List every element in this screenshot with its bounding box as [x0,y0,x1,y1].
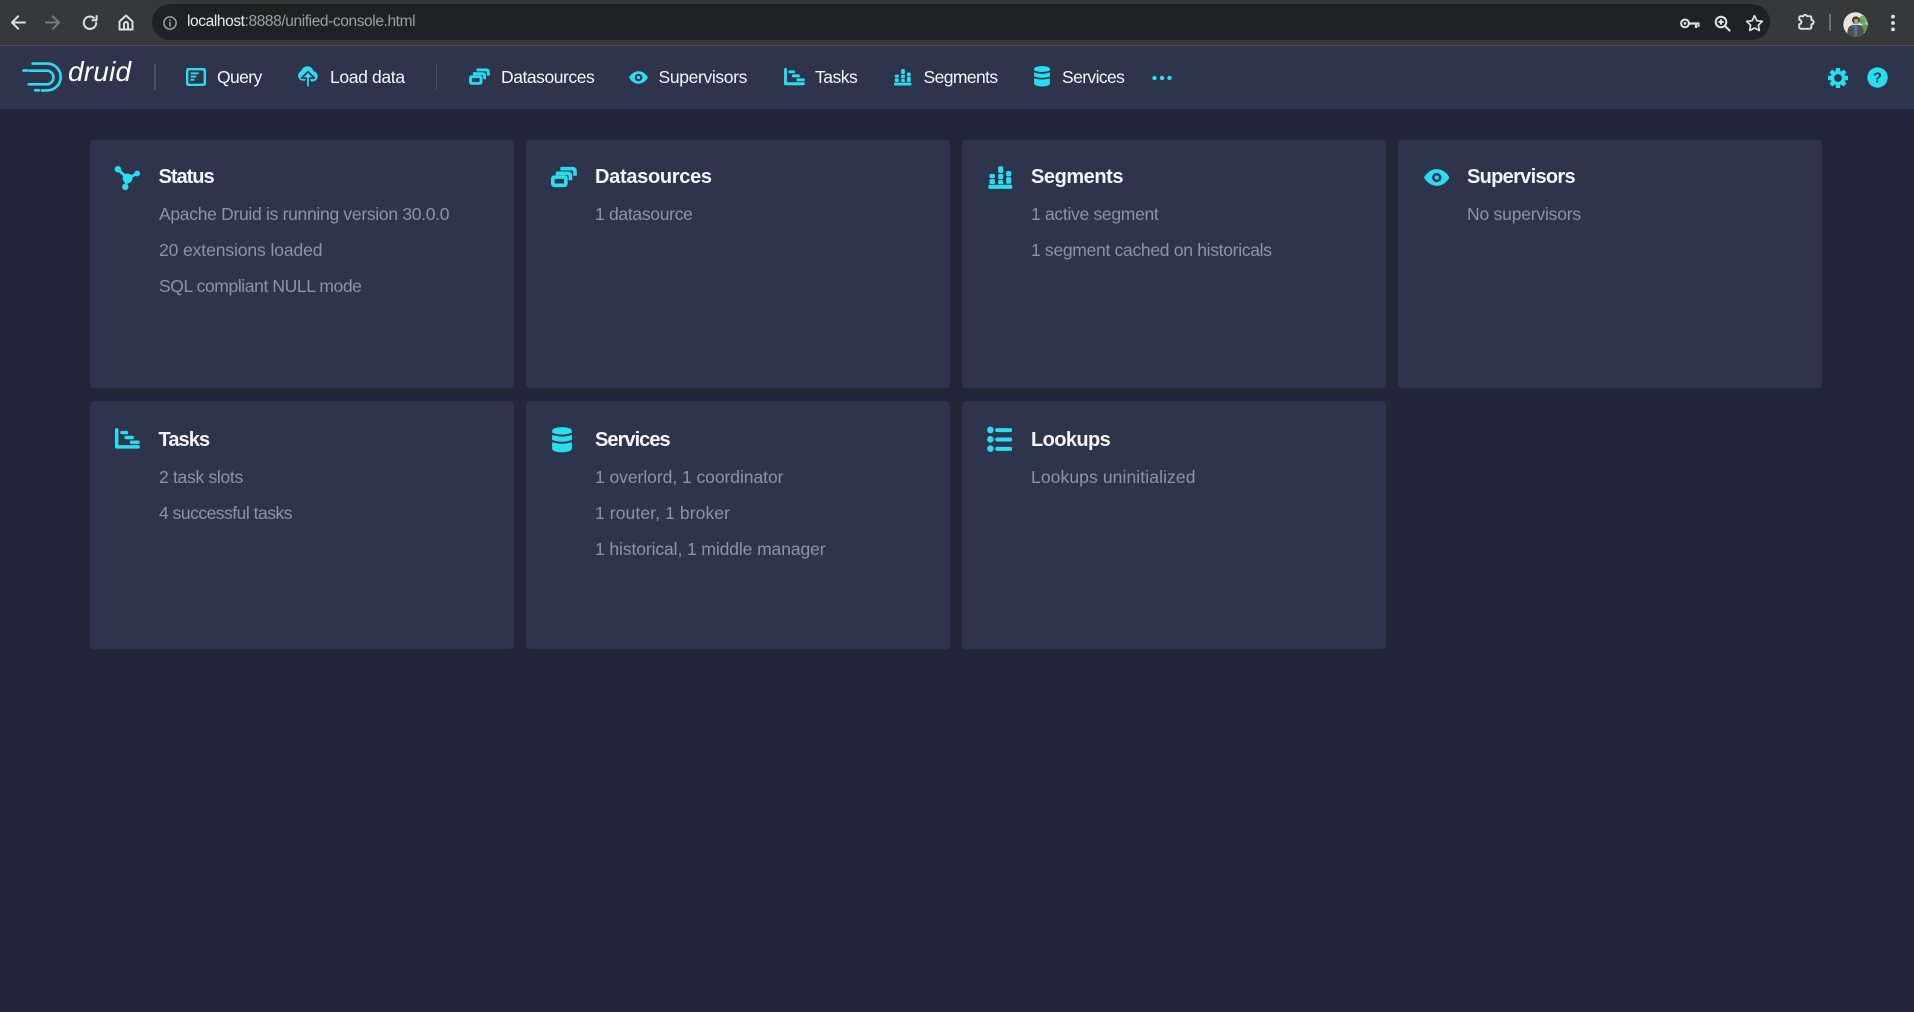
svg-text:?: ? [1872,70,1881,87]
